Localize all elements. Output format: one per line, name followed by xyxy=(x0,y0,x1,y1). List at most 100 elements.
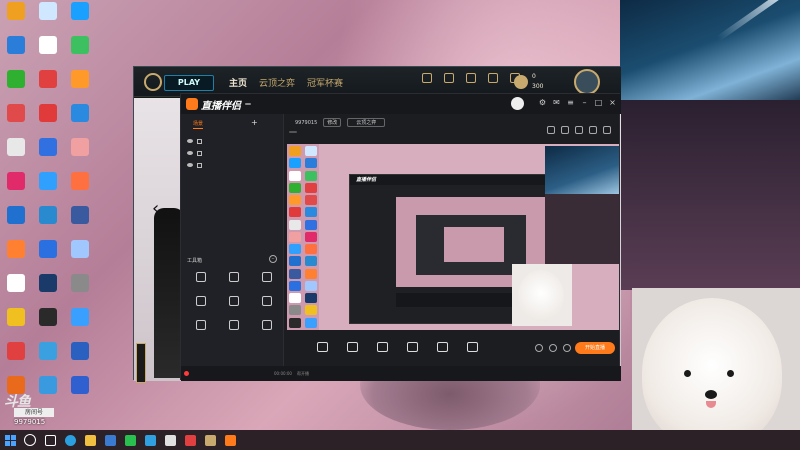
go-live-button[interactable]: 开始直播 xyxy=(575,342,615,354)
tool-item[interactable] xyxy=(217,320,250,344)
desktop-shortcut-icon[interactable] xyxy=(64,240,96,274)
minimize-icon[interactable]: – xyxy=(580,98,589,107)
tool-item[interactable] xyxy=(250,320,283,344)
play-button[interactable]: PLAY xyxy=(164,75,214,91)
nav-clash[interactable]: 冠军杯赛 xyxy=(307,76,343,89)
task-view-icon[interactable] xyxy=(40,430,60,450)
desktop-shortcut-icon[interactable] xyxy=(0,2,32,36)
desktop-shortcut-icon[interactable] xyxy=(0,172,32,206)
desktop-shortcut-icon[interactable] xyxy=(64,274,96,308)
tab-scene[interactable]: 场景 xyxy=(193,120,204,129)
app-icon[interactable] xyxy=(180,430,200,450)
profile-icon[interactable] xyxy=(441,73,457,91)
lol-taskbar-icon[interactable] xyxy=(200,430,220,450)
desktop-shortcut-icon[interactable] xyxy=(32,70,64,104)
desktop-shortcut-icon[interactable] xyxy=(32,308,64,342)
desktop-shortcut-icon[interactable] xyxy=(32,36,64,70)
list-item[interactable] xyxy=(187,159,283,171)
settings-icon[interactable] xyxy=(603,126,611,134)
store-icon[interactable] xyxy=(100,430,120,450)
desktop-shortcut-icon[interactable] xyxy=(64,376,96,410)
desktop-shortcut-icon[interactable] xyxy=(0,36,32,70)
lock-icon[interactable] xyxy=(547,126,555,134)
camera-icon[interactable] xyxy=(549,344,557,352)
loot-icon[interactable] xyxy=(485,73,501,91)
tool-item[interactable] xyxy=(217,296,250,320)
desktop-shortcut-icon[interactable] xyxy=(32,206,64,240)
gear-icon[interactable]: ⚙ xyxy=(538,98,547,107)
desktop-shortcut-icon[interactable] xyxy=(64,206,96,240)
desktop-shortcut-icon[interactable] xyxy=(32,104,64,138)
list-item[interactable] xyxy=(187,147,283,159)
control-item[interactable] xyxy=(457,342,487,354)
maximize-icon[interactable]: □ xyxy=(594,98,603,107)
screenshot-icon[interactable] xyxy=(589,126,597,134)
desktop-shortcut-icon[interactable] xyxy=(0,138,32,172)
desktop-shortcut-icon[interactable] xyxy=(64,104,96,138)
close-icon[interactable]: × xyxy=(608,98,617,107)
visibility-icon[interactable] xyxy=(187,139,193,143)
desktop-shortcut-icon[interactable] xyxy=(32,172,64,206)
visibility-icon[interactable] xyxy=(187,163,193,167)
desktop-shortcut-icon[interactable] xyxy=(64,308,96,342)
explorer-icon[interactable] xyxy=(80,430,100,450)
desktop-shortcut-icon[interactable] xyxy=(0,104,32,138)
nav-home[interactable]: 主页 xyxy=(229,76,247,89)
desktop-shortcut-icon[interactable] xyxy=(0,70,32,104)
tool-item[interactable] xyxy=(184,272,217,296)
settings-gear-icon[interactable] xyxy=(563,344,571,352)
list-item[interactable] xyxy=(187,135,283,147)
side-tab[interactable] xyxy=(136,343,146,383)
desktop-shortcut-icon[interactable] xyxy=(0,240,32,274)
desktop-shortcut-icon[interactable] xyxy=(64,2,96,36)
wechat-icon[interactable] xyxy=(120,430,140,450)
desktop-shortcut-icon[interactable] xyxy=(0,308,32,342)
desktop-shortcut-icon[interactable] xyxy=(0,342,32,376)
control-item[interactable] xyxy=(397,342,427,354)
stream-preview[interactable]: 直播伴侣 xyxy=(287,144,619,330)
control-item[interactable] xyxy=(307,342,337,354)
desktop-shortcut-icon[interactable] xyxy=(32,2,64,36)
desktop-shortcut-icon[interactable] xyxy=(0,274,32,308)
desktop-shortcut-icon[interactable] xyxy=(64,36,96,70)
edge-icon[interactable] xyxy=(60,430,80,450)
app-icon[interactable] xyxy=(140,430,160,450)
start-button[interactable] xyxy=(0,430,20,450)
desktop-shortcut-icon[interactable] xyxy=(32,138,64,172)
mail-icon[interactable]: ✉ xyxy=(552,98,561,107)
help-link[interactable]: 帮开播 xyxy=(297,371,309,377)
visibility-icon[interactable] xyxy=(187,151,193,155)
tool-item[interactable] xyxy=(184,296,217,320)
more-icon[interactable]: – xyxy=(269,255,277,263)
control-item[interactable] xyxy=(367,342,397,354)
lol-logo-icon[interactable] xyxy=(144,73,162,91)
copy-icon[interactable] xyxy=(561,126,569,134)
app-icon[interactable] xyxy=(160,430,180,450)
avatar[interactable] xyxy=(511,97,524,110)
tag-badge[interactable] xyxy=(289,131,297,133)
desktop-shortcut-icon[interactable] xyxy=(64,342,96,376)
control-item[interactable] xyxy=(337,342,367,354)
home-icon[interactable] xyxy=(419,73,435,91)
desktop-shortcut-icon[interactable] xyxy=(64,172,96,206)
add-icon[interactable]: + xyxy=(251,119,258,129)
search-icon[interactable] xyxy=(20,430,40,450)
avatar[interactable] xyxy=(574,69,600,95)
desktop-shortcut-icon[interactable] xyxy=(0,206,32,240)
share-icon[interactable] xyxy=(575,126,583,134)
nav-tft[interactable]: 云顶之弈 xyxy=(259,76,295,89)
desktop-shortcut-icon[interactable] xyxy=(32,274,64,308)
desktop-shortcut-icon[interactable] xyxy=(32,342,64,376)
collection-icon[interactable] xyxy=(463,73,479,91)
desktop-shortcut-icon[interactable] xyxy=(32,240,64,274)
menu-icon[interactable]: ≡ xyxy=(566,98,575,107)
desktop-shortcut-icon[interactable] xyxy=(64,138,96,172)
category-select[interactable]: 云顶之弈 xyxy=(347,118,386,127)
desktop-shortcut-icon[interactable] xyxy=(64,70,96,104)
tool-item[interactable] xyxy=(184,320,217,344)
control-item[interactable] xyxy=(427,342,457,354)
chevron-left-icon[interactable]: ‹ xyxy=(152,198,159,219)
coin-icon[interactable] xyxy=(514,75,528,89)
tool-item[interactable] xyxy=(217,272,250,296)
mic-icon[interactable] xyxy=(535,344,543,352)
